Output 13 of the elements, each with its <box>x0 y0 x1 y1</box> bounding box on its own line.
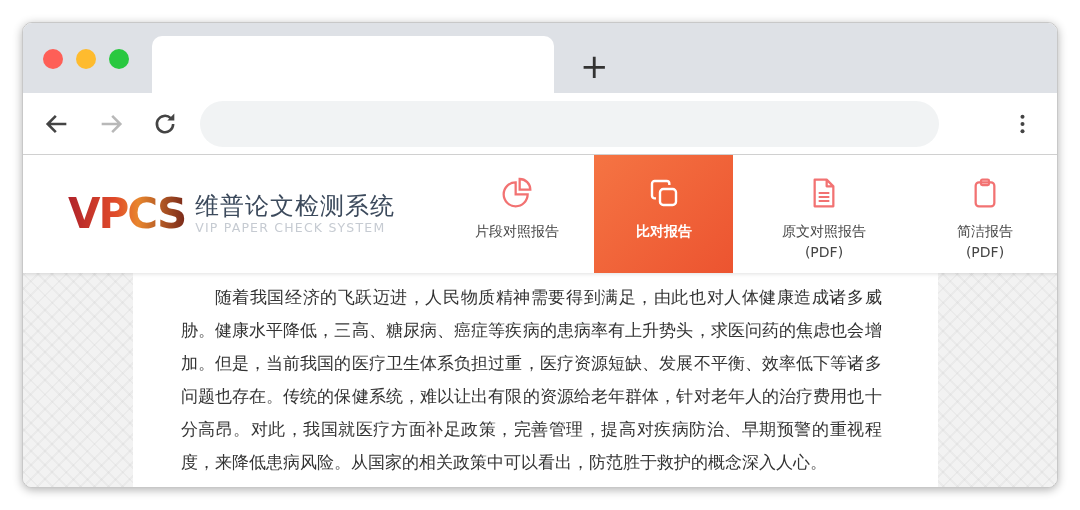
minimize-window-icon[interactable] <box>76 49 96 69</box>
pie-chart-icon <box>501 177 533 209</box>
paragraph: 随着我国经济的飞跃迈进，人民物质精神需要得到满足，由此也对人体健康造成诸多威胁。健康水平降低，三高、糖尿病、癌症等疾病的患病率有上升势头，求医问药的焦虑也会增加。但是，当前我国的医疗卫生体系负担过重，医疗资源短缺、发展不平衡、效率低下等诸多问题也存在。传统的保健系统，难以让出有限的资源给老年群体，针对老年人的治疗费用也十分高昂。对此，我国就医疗方面补足政策，完善管理，提高对疾病防治、早期预警的重视程度，来降低患病风险。从国家的相关政策中可以看出，防范胜于救护的概念深入人心。 <box>180 287 882 474</box>
maximize-window-icon[interactable] <box>109 49 129 69</box>
report-tab[interactable]: 片段对照报告 <box>440 155 594 273</box>
new-tab-button[interactable]: + <box>576 49 613 83</box>
menu-icon[interactable] <box>1019 112 1026 135</box>
report-tab[interactable]: 原文对照报告 (PDF) <box>733 155 915 273</box>
site-tagline: VIP PAPER CHECK SYSTEM <box>195 219 387 235</box>
close-window-icon[interactable] <box>43 49 63 69</box>
browser-tab[interactable] <box>152 36 554 93</box>
report-tab[interactable]: 简洁报告 (PDF) <box>915 155 1055 273</box>
site-name: 维普论文检测系统 <box>195 193 396 220</box>
